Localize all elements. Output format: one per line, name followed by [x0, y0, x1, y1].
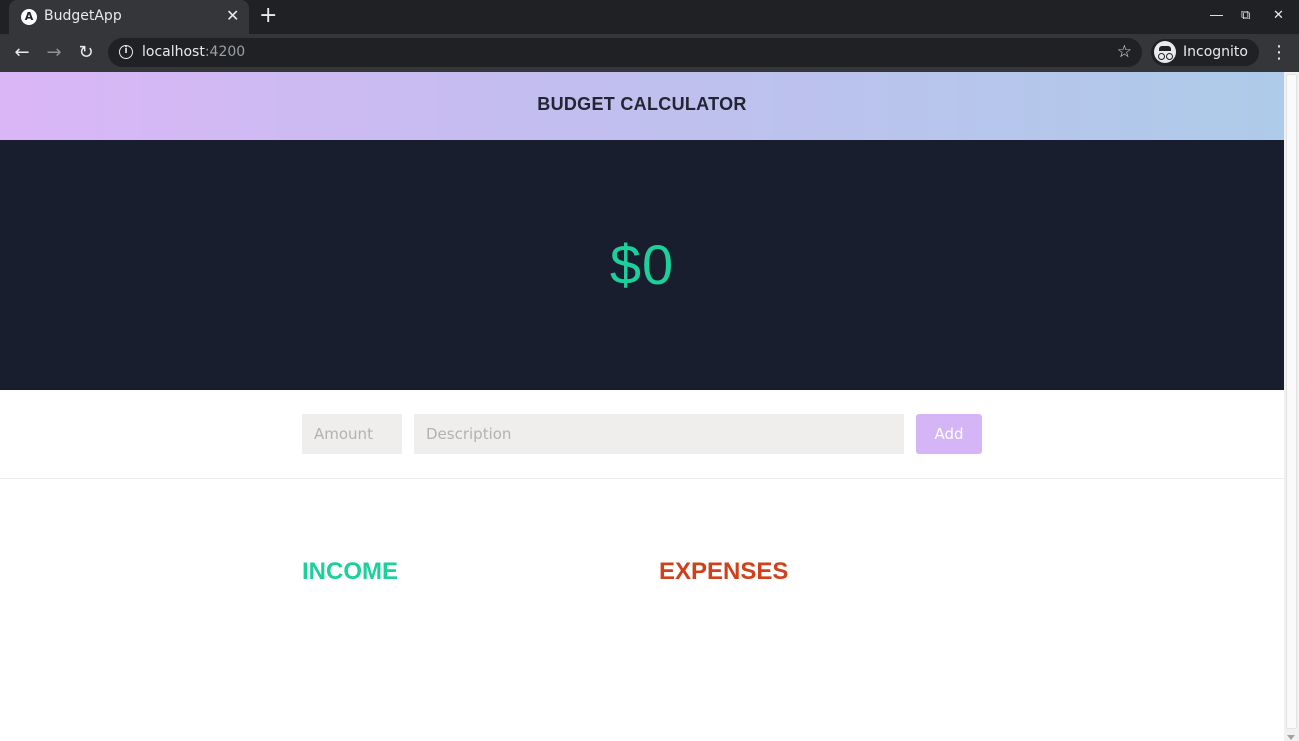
- amount-input[interactable]: [302, 414, 402, 454]
- bookmark-star-icon[interactable]: ☆: [1117, 42, 1132, 62]
- description-input[interactable]: [414, 414, 904, 454]
- browser-toolbar: ← → ↻ i localhost:4200 ☆ Incognito ⋮: [0, 34, 1299, 72]
- url-host: localhost: [142, 44, 205, 60]
- close-window-icon[interactable]: ✕: [1273, 7, 1284, 25]
- scrollbar-thumb[interactable]: [1286, 74, 1297, 729]
- minimize-window-icon[interactable]: ―: [1210, 7, 1223, 25]
- incognito-label: Incognito: [1183, 44, 1248, 60]
- reload-icon[interactable]: ↻: [73, 40, 99, 66]
- page-viewport: BUDGET CALCULATOR $0 Add INCOME EXPENSES: [0, 72, 1284, 741]
- browser-tab[interactable]: A BudgetApp ✕: [9, 0, 249, 34]
- balance-panel: $0: [0, 140, 1284, 390]
- income-heading: INCOME: [302, 558, 398, 585]
- url-port: :4200: [204, 44, 246, 60]
- close-tab-icon[interactable]: ✕: [226, 7, 239, 25]
- angular-favicon-icon: A: [21, 9, 37, 25]
- address-url: localhost:4200: [142, 44, 245, 60]
- incognito-icon: [1154, 41, 1176, 63]
- browser-menu-icon[interactable]: ⋮: [1270, 40, 1288, 66]
- browser-tab-strip: A BudgetApp ✕ + ― ⧉ ✕: [0, 0, 1299, 34]
- new-tab-icon[interactable]: +: [259, 4, 277, 28]
- forward-arrow-icon[interactable]: →: [41, 40, 67, 66]
- page-scrollbar[interactable]: [1284, 72, 1299, 741]
- tab-title: BudgetApp: [44, 8, 122, 24]
- address-bar[interactable]: i localhost:4200 ☆: [108, 38, 1142, 67]
- add-button[interactable]: Add: [916, 414, 982, 454]
- add-item-form: Add: [0, 390, 1284, 479]
- app-header: BUDGET CALCULATOR: [0, 72, 1284, 140]
- back-arrow-icon[interactable]: ←: [9, 40, 35, 66]
- incognito-profile-button[interactable]: Incognito: [1151, 39, 1259, 66]
- site-info-icon[interactable]: i: [119, 45, 133, 59]
- total-balance: $0: [609, 233, 675, 296]
- scroll-down-arrow-icon[interactable]: [1287, 735, 1295, 740]
- page-title: BUDGET CALCULATOR: [537, 94, 747, 114]
- expenses-heading: EXPENSES: [659, 558, 789, 585]
- restore-window-icon[interactable]: ⧉: [1241, 7, 1250, 25]
